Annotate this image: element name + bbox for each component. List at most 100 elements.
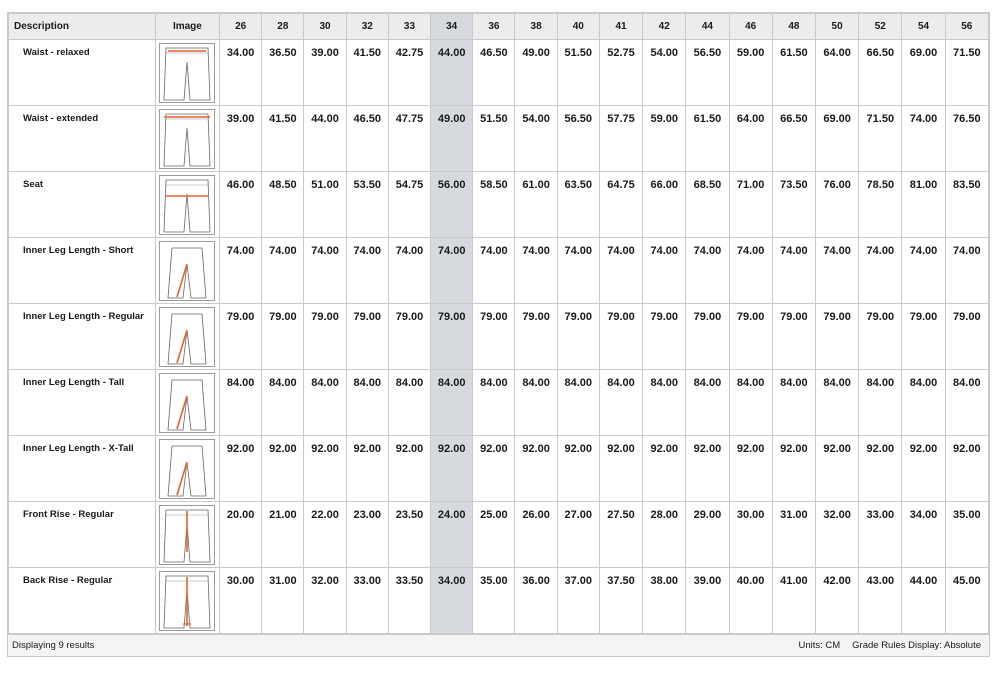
measurement-cell: 74.00 [387,237,432,304]
measurement-cell: 79.00 [430,303,474,370]
column-header-size[interactable]: 33 [387,13,432,40]
pants-back-rise-diagram-icon [159,571,216,631]
measurement-cell: 74.00 [642,237,687,304]
pants-seat-diagram-icon [159,175,216,235]
measurement-cell: 74.00 [901,105,946,172]
table-row[interactable]: Seat 46.00 48.50 51.00 53.50 54.75 56.00 58.50 6… [8,171,990,238]
row-image-cell [154,567,221,634]
column-header-size[interactable]: 38 [514,13,558,40]
column-header-size[interactable]: 54 [901,13,946,40]
measurement-cell: 32.00 [814,501,860,568]
column-header-image[interactable]: Image [154,13,221,40]
measurement-cell: 92.00 [514,435,558,502]
column-header-size[interactable]: 34 [430,13,474,40]
measurement-cell: 84.00 [387,369,432,436]
measurement-cell: 23.50 [387,501,432,568]
column-header-size[interactable]: 41 [598,13,644,40]
table-row[interactable]: Inner Leg Length - Tall 84.00 84.00 84.00 84… [8,369,990,436]
table-row[interactable]: Inner Leg Length - X-Tall 92.00 92.00 92.00… [8,435,990,502]
measurement-cell: 78.50 [858,171,903,238]
measurement-cell: 20.00 [219,501,263,568]
measurement-cell: 27.50 [598,501,644,568]
measurement-cell: 61.50 [685,105,730,172]
measurement-cell: 69.00 [814,105,860,172]
column-header-size[interactable]: 48 [771,13,816,40]
measurement-cell: 79.00 [685,303,730,370]
measurement-cell: 56.50 [556,105,600,172]
measurement-cell: 26.00 [514,501,558,568]
measurement-cell: 66.50 [858,39,903,106]
measurement-cell: 66.00 [642,171,687,238]
row-image-cell [154,237,221,304]
measurement-cell: 34.00 [901,501,946,568]
measurement-cell: 64.00 [814,39,860,106]
table-row[interactable]: Waist - extended 39.00 41.50 44.00 46.50 47.7… [8,105,990,172]
column-header-size[interactable]: 26 [219,13,263,40]
measurement-cell: 40.00 [728,567,773,634]
column-header-size[interactable]: 36 [472,13,516,40]
column-header-size[interactable]: 50 [814,13,860,40]
measurement-cell: 74.00 [944,237,990,304]
column-header-size[interactable]: 46 [728,13,773,40]
measurement-cell: 21.00 [261,501,305,568]
measurement-cell: 84.00 [901,369,946,436]
measurement-cell: 84.00 [430,369,474,436]
measurement-cell: 92.00 [944,435,990,502]
measurement-cell: 92.00 [345,435,389,502]
column-header-size[interactable]: 30 [303,13,347,40]
table-row[interactable]: Back Rise - Regular 30.00 31.00 32.00 33.00 3… [8,567,990,634]
table-row[interactable]: Front Rise - Regular 20.00 21.00 22.00 23.00… [8,501,990,568]
measurement-cell: 46.50 [345,105,389,172]
table-row[interactable]: Inner Leg Length - Short 74.00 74.00 74.00 7… [8,237,990,304]
measurement-cell: 79.00 [472,303,516,370]
measurement-cell: 64.75 [598,171,644,238]
pants-inseam-diagram-icon [159,307,216,367]
column-header-description[interactable]: Description [8,13,156,40]
measurement-cell: 39.00 [303,39,347,106]
measurement-cell: 79.00 [514,303,558,370]
measurement-cell: 33.50 [387,567,432,634]
measurement-cell: 56.50 [685,39,730,106]
measurement-cell: 33.00 [858,501,903,568]
measurement-cell: 79.00 [944,303,990,370]
measurement-cell: 74.00 [514,237,558,304]
row-image-cell [154,501,221,568]
measurement-cell: 79.00 [387,303,432,370]
measurement-cell: 92.00 [387,435,432,502]
column-header-size[interactable]: 28 [261,13,305,40]
measurement-cell: 59.00 [728,39,773,106]
units-label: Units: CM [798,640,841,651]
column-header-size[interactable]: 42 [642,13,687,40]
measurement-cell: 22.00 [303,501,347,568]
table-row[interactable]: Waist - relaxed 34.00 36.50 39.00 41.50 42.75… [8,39,990,106]
measurement-cell: 30.00 [728,501,773,568]
measurement-cell: 79.00 [303,303,347,370]
measurement-cell: 32.00 [303,567,347,634]
measurement-cell: 56.00 [430,171,474,238]
table-row[interactable]: Inner Leg Length - Regular 79.00 79.00 79.0… [8,303,990,370]
measurement-cell: 39.00 [685,567,730,634]
measurement-cell: 79.00 [219,303,263,370]
measurement-cell: 81.00 [901,171,946,238]
measurement-cell: 51.00 [303,171,347,238]
measurement-cell: 74.00 [685,237,730,304]
measurement-cell: 76.00 [814,171,860,238]
column-header-size[interactable]: 52 [858,13,903,40]
measurement-cell: 79.00 [771,303,816,370]
measurement-cell: 74.00 [556,237,600,304]
measurement-cell: 74.00 [814,237,860,304]
measurement-cell: 79.00 [728,303,773,370]
pants-inseam-diagram-icon [159,241,216,301]
measurement-cell: 74.00 [598,237,644,304]
column-header-size[interactable]: 56 [944,13,990,40]
column-header-size[interactable]: 40 [556,13,600,40]
measurement-cell: 84.00 [814,369,860,436]
measurement-cell: 74.00 [858,237,903,304]
measurement-cell: 61.50 [771,39,816,106]
table-header-row: Description Image 26 28 30 32 33 34 36 38 40 41 42… [8,13,990,40]
measurement-cell: 84.00 [345,369,389,436]
measurement-cell: 58.50 [472,171,516,238]
column-header-size[interactable]: 44 [685,13,730,40]
measurement-cell: 45.00 [944,567,990,634]
column-header-size[interactable]: 32 [345,13,389,40]
